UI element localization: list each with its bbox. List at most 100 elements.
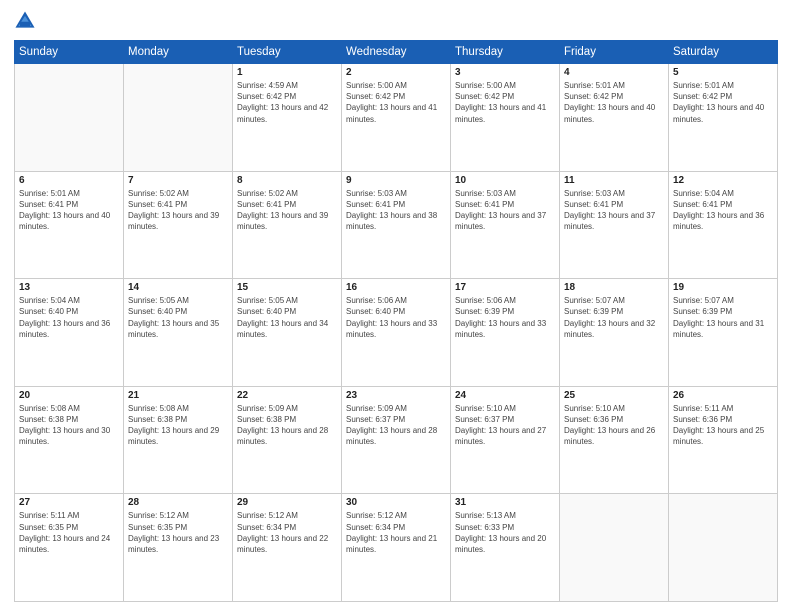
day-info: Sunrise: 5:04 AM Sunset: 6:41 PM Dayligh…	[673, 188, 773, 233]
day-number: 22	[237, 390, 337, 401]
calendar-cell: 26Sunrise: 5:11 AM Sunset: 6:36 PM Dayli…	[669, 386, 778, 494]
day-info: Sunrise: 5:09 AM Sunset: 6:37 PM Dayligh…	[346, 403, 446, 448]
calendar-header-row: SundayMondayTuesdayWednesdayThursdayFrid…	[15, 41, 778, 64]
calendar-cell: 1Sunrise: 4:59 AM Sunset: 6:42 PM Daylig…	[233, 64, 342, 172]
calendar-week-row: 27 Sunrise: 5:11 AM Sunset: 6:35 PM Dayli…	[15, 494, 778, 602]
day-info: Sunrise: 5:08 AM Sunset: 6:38 PM Dayligh…	[128, 403, 228, 448]
calendar-cell: 20Sunrise: 5:08 AM Sunset: 6:38 PM Dayli…	[15, 386, 124, 494]
calendar-cell	[15, 64, 124, 172]
day-info: Sunrise: 5:06 AM Sunset: 6:39 PM Dayligh…	[455, 295, 555, 340]
calendar-day-header: Sunday	[15, 41, 124, 64]
day-number: 11	[564, 175, 664, 186]
calendar-table: SundayMondayTuesdayWednesdayThursdayFrid…	[14, 40, 778, 602]
day-info: Sunrise: 5:10 AM Sunset: 6:36 PM Dayligh…	[564, 403, 664, 448]
day-info: Sunrise: 5:04 AM Sunset: 6:40 PM Dayligh…	[19, 295, 119, 340]
day-number: 9	[346, 175, 446, 186]
calendar-cell: 8 Sunrise: 5:02 AM Sunset: 6:41 PM Daylig…	[233, 171, 342, 279]
calendar-cell: 3 Sunrise: 5:00 AM Sunset: 6:42 PM Daylig…	[451, 64, 560, 172]
calendar-cell: 31Sunrise: 5:13 AM Sunset: 6:33 PM Dayli…	[451, 494, 560, 602]
calendar-week-row: 6Sunrise: 5:01 AM Sunset: 6:41 PM Daylig…	[15, 171, 778, 279]
calendar-cell: 15 Sunrise: 5:05 AM Sunset: 6:40 PM Dayli…	[233, 279, 342, 387]
logo-icon	[14, 10, 36, 32]
day-number: 26	[673, 390, 773, 401]
calendar-week-row: 13 Sunrise: 5:04 AM Sunset: 6:40 PM Dayli…	[15, 279, 778, 387]
calendar-cell: 11 Sunrise: 5:03 AM Sunset: 6:41 PM Dayli…	[560, 171, 669, 279]
calendar-cell: 19Sunrise: 5:07 AM Sunset: 6:39 PM Dayli…	[669, 279, 778, 387]
calendar-cell: 17 Sunrise: 5:06 AM Sunset: 6:39 PM Dayli…	[451, 279, 560, 387]
day-info: Sunrise: 5:09 AM Sunset: 6:38 PM Dayligh…	[237, 403, 337, 448]
day-number: 30	[346, 497, 446, 508]
day-number: 2	[346, 67, 446, 78]
calendar-day-header: Tuesday	[233, 41, 342, 64]
calendar-cell	[124, 64, 233, 172]
calendar-cell: 12 Sunrise: 5:04 AM Sunset: 6:41 PM Dayli…	[669, 171, 778, 279]
day-info: Sunrise: 5:12 AM Sunset: 6:34 PM Dayligh…	[346, 510, 446, 555]
calendar-cell	[669, 494, 778, 602]
day-info: Sunrise: 5:06 AM Sunset: 6:40 PM Dayligh…	[346, 295, 446, 340]
day-info: Sunrise: 5:05 AM Sunset: 6:40 PM Dayligh…	[128, 295, 228, 340]
day-info: Sunrise: 5:00 AM Sunset: 6:42 PM Dayligh…	[455, 80, 555, 125]
day-info: Sunrise: 5:03 AM Sunset: 6:41 PM Dayligh…	[455, 188, 555, 233]
calendar-cell: 30 Sunrise: 5:12 AM Sunset: 6:34 PM Dayli…	[342, 494, 451, 602]
day-number: 7	[128, 175, 228, 186]
day-number: 27	[19, 497, 119, 508]
calendar-cell: 16 Sunrise: 5:06 AM Sunset: 6:40 PM Dayli…	[342, 279, 451, 387]
day-number: 15	[237, 282, 337, 293]
calendar-cell: 28Sunrise: 5:12 AM Sunset: 6:35 PM Dayli…	[124, 494, 233, 602]
calendar-cell: 5Sunrise: 5:01 AM Sunset: 6:42 PM Daylig…	[669, 64, 778, 172]
calendar-cell: 29Sunrise: 5:12 AM Sunset: 6:34 PM Dayli…	[233, 494, 342, 602]
header	[14, 10, 778, 32]
day-info: Sunrise: 5:01 AM Sunset: 6:42 PM Dayligh…	[564, 80, 664, 125]
calendar-cell: 27 Sunrise: 5:11 AM Sunset: 6:35 PM Dayli…	[15, 494, 124, 602]
calendar-day-header: Wednesday	[342, 41, 451, 64]
day-number: 25	[564, 390, 664, 401]
calendar-cell: 21 Sunrise: 5:08 AM Sunset: 6:38 PM Dayli…	[124, 386, 233, 494]
logo	[14, 10, 40, 32]
day-info: Sunrise: 5:12 AM Sunset: 6:34 PM Dayligh…	[237, 510, 337, 555]
day-number: 21	[128, 390, 228, 401]
calendar-cell: 10 Sunrise: 5:03 AM Sunset: 6:41 PM Dayli…	[451, 171, 560, 279]
calendar-cell: 7 Sunrise: 5:02 AM Sunset: 6:41 PM Daylig…	[124, 171, 233, 279]
calendar-cell	[560, 494, 669, 602]
calendar-cell: 22 Sunrise: 5:09 AM Sunset: 6:38 PM Dayli…	[233, 386, 342, 494]
day-number: 10	[455, 175, 555, 186]
day-number: 31	[455, 497, 555, 508]
day-info: Sunrise: 5:05 AM Sunset: 6:40 PM Dayligh…	[237, 295, 337, 340]
calendar-cell: 18 Sunrise: 5:07 AM Sunset: 6:39 PM Dayli…	[560, 279, 669, 387]
calendar-day-header: Monday	[124, 41, 233, 64]
calendar-cell: 14 Sunrise: 5:05 AM Sunset: 6:40 PM Dayli…	[124, 279, 233, 387]
day-number: 24	[455, 390, 555, 401]
calendar-cell: 9Sunrise: 5:03 AM Sunset: 6:41 PM Daylig…	[342, 171, 451, 279]
day-info: Sunrise: 5:11 AM Sunset: 6:35 PM Dayligh…	[19, 510, 119, 555]
page: SundayMondayTuesdayWednesdayThursdayFrid…	[0, 0, 792, 612]
calendar-cell: 2 Sunrise: 5:00 AM Sunset: 6:42 PM Daylig…	[342, 64, 451, 172]
day-number: 18	[564, 282, 664, 293]
calendar-day-header: Thursday	[451, 41, 560, 64]
calendar-day-header: Friday	[560, 41, 669, 64]
day-number: 5	[673, 67, 773, 78]
day-info: Sunrise: 4:59 AM Sunset: 6:42 PM Dayligh…	[237, 80, 337, 125]
day-number: 8	[237, 175, 337, 186]
day-number: 12	[673, 175, 773, 186]
day-info: Sunrise: 5:07 AM Sunset: 6:39 PM Dayligh…	[564, 295, 664, 340]
day-number: 23	[346, 390, 446, 401]
day-info: Sunrise: 5:02 AM Sunset: 6:41 PM Dayligh…	[237, 188, 337, 233]
calendar-cell: 23 Sunrise: 5:09 AM Sunset: 6:37 PM Dayli…	[342, 386, 451, 494]
calendar-week-row: 20Sunrise: 5:08 AM Sunset: 6:38 PM Dayli…	[15, 386, 778, 494]
day-number: 14	[128, 282, 228, 293]
calendar-day-header: Saturday	[669, 41, 778, 64]
day-number: 16	[346, 282, 446, 293]
day-number: 17	[455, 282, 555, 293]
day-info: Sunrise: 5:00 AM Sunset: 6:42 PM Dayligh…	[346, 80, 446, 125]
day-number: 3	[455, 67, 555, 78]
day-number: 13	[19, 282, 119, 293]
day-info: Sunrise: 5:10 AM Sunset: 6:37 PM Dayligh…	[455, 403, 555, 448]
calendar-cell: 13 Sunrise: 5:04 AM Sunset: 6:40 PM Dayli…	[15, 279, 124, 387]
day-info: Sunrise: 5:03 AM Sunset: 6:41 PM Dayligh…	[564, 188, 664, 233]
day-info: Sunrise: 5:08 AM Sunset: 6:38 PM Dayligh…	[19, 403, 119, 448]
day-info: Sunrise: 5:12 AM Sunset: 6:35 PM Dayligh…	[128, 510, 228, 555]
day-info: Sunrise: 5:07 AM Sunset: 6:39 PM Dayligh…	[673, 295, 773, 340]
day-info: Sunrise: 5:02 AM Sunset: 6:41 PM Dayligh…	[128, 188, 228, 233]
calendar-week-row: 1Sunrise: 4:59 AM Sunset: 6:42 PM Daylig…	[15, 64, 778, 172]
day-info: Sunrise: 5:01 AM Sunset: 6:41 PM Dayligh…	[19, 188, 119, 233]
